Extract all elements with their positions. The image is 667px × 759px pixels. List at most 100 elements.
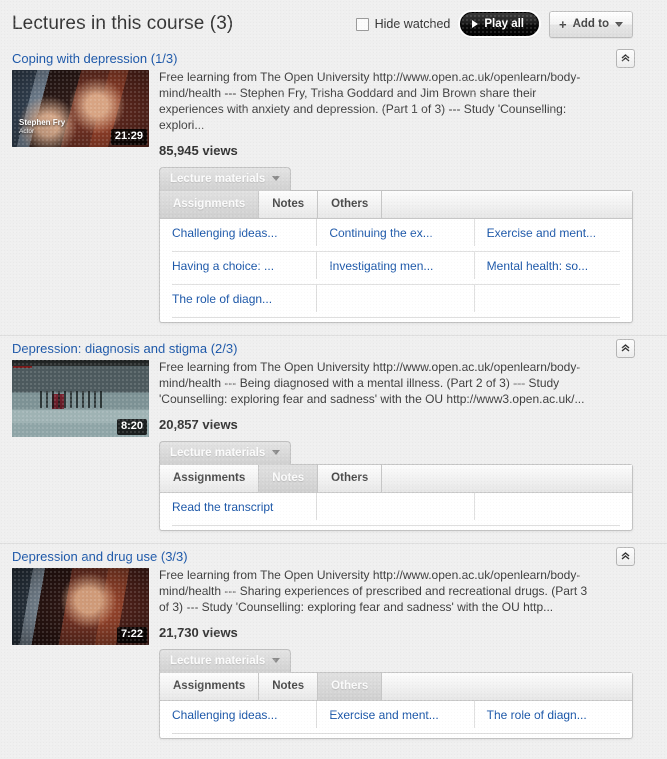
lecture-item: Coping with depression (1/3) Stephen Fry… — [0, 46, 667, 335]
add-to-button[interactable]: + Add to — [549, 10, 633, 38]
lecture-body: 7:22 Free learning from The Open Univers… — [12, 567, 633, 739]
material-link[interactable]: The role of diagn... — [487, 708, 587, 722]
tab-notes[interactable]: Notes — [259, 672, 319, 700]
cell-underline — [172, 732, 620, 734]
materials-panel: Assignments Notes Others Challenging ideas… — [159, 671, 633, 739]
material-link[interactable]: Having a choice: ... — [172, 259, 274, 273]
lecture-list: Coping with depression (1/3) Stephen Fry… — [0, 46, 667, 751]
materials-cell — [317, 492, 475, 520]
video-thumbnail[interactable]: 7:22 — [12, 567, 149, 645]
tab-strip: Assignments Notes Others — [160, 672, 632, 701]
lecture-materials-widget: Lecture materials Assignments Notes Others… — [159, 166, 633, 323]
materials-cell: Challenging ideas... — [160, 700, 318, 728]
table-row: Having a choice: ... Investigating men...… — [160, 251, 632, 279]
tab-label: Notes — [272, 198, 305, 211]
hide-watched-label: Hide watched — [374, 17, 451, 31]
materials-cell: The role of diagn... — [475, 701, 632, 728]
play-all-button[interactable]: Play all — [460, 12, 539, 36]
duration-badge: 8:20 — [116, 419, 147, 435]
page-header: Lectures in this course (3) Hide watched… — [0, 0, 667, 46]
table-row: Read the transcript — [160, 492, 632, 520]
tab-label: Others — [331, 198, 369, 211]
materials-cell: Exercise and ment... — [475, 219, 632, 246]
material-link[interactable]: The role of diagn... — [172, 292, 272, 306]
lecture-item: Depression: diagnosis and stigma (2/3) 8… — [0, 334, 667, 543]
materials-table: Challenging ideas... Exercise and ment...… — [160, 700, 632, 734]
materials-cell: Mental health: so... — [475, 252, 632, 279]
tab-label: Assignments — [173, 680, 246, 693]
lecture-main: Free learning from The Open University h… — [159, 70, 633, 323]
lecture-materials-label: Lecture materials — [170, 172, 266, 185]
tab-others[interactable]: Others — [318, 464, 383, 492]
play-icon — [472, 20, 479, 28]
hide-watched-toggle[interactable]: Hide watched — [355, 17, 451, 31]
hide-watched-checkbox[interactable] — [355, 17, 369, 31]
materials-table: Read the transcript — [160, 492, 632, 526]
materials-row-wrap: Having a choice: ... Investigating men...… — [160, 251, 632, 285]
lecture-materials-toggle[interactable]: Lecture materials — [159, 440, 292, 465]
materials-cell — [475, 493, 632, 520]
tab-label: Assignments — [173, 198, 246, 211]
tab-others[interactable]: Others — [318, 190, 383, 218]
tab-strip: Assignments Notes Others — [160, 464, 632, 493]
duration-badge: 7:22 — [116, 626, 147, 643]
plus-icon: + — [559, 16, 567, 32]
materials-cell — [475, 285, 632, 312]
header-controls: Hide watched Play all + Add to — [355, 10, 633, 38]
table-row: The role of diagn... — [160, 284, 632, 312]
tab-assignments[interactable]: Assignments — [160, 190, 260, 218]
materials-panel: Assignments Notes Others Read the transcri… — [159, 463, 633, 531]
materials-cell: The role of diagn... — [160, 284, 318, 312]
material-link[interactable]: Mental health: so... — [487, 259, 588, 273]
collapse-icon[interactable] — [616, 338, 635, 358]
lecture-materials-toggle[interactable]: Lecture materials — [159, 166, 292, 191]
table-row: Challenging ideas... Exercise and ment...… — [160, 700, 632, 728]
lecture-description: Free learning from The Open University h… — [159, 359, 585, 406]
lecture-materials-toggle[interactable]: Lecture materials — [159, 648, 292, 673]
materials-cell: Continuing the ex... — [317, 218, 475, 246]
materials-cell: Challenging ideas... — [160, 218, 318, 246]
lecture-description: Free learning from The Open University h… — [159, 70, 581, 132]
material-link[interactable]: Exercise and ment... — [329, 708, 438, 722]
tab-others[interactable]: Others — [318, 672, 383, 700]
tab-label: Assignments — [173, 472, 246, 485]
view-count: 21,730 views — [159, 624, 238, 640]
lecture-title-link[interactable]: Depression and drug use (3/3) — [12, 549, 188, 564]
material-link[interactable]: Read the transcript — [172, 500, 273, 514]
tab-filler — [382, 672, 632, 700]
page-title: Lectures in this course (3) — [12, 13, 234, 34]
tab-assignments[interactable]: Assignments — [160, 672, 260, 700]
lecture-item: Depression and drug use (3/3) 7:22 Free … — [0, 542, 667, 751]
thumbnail-caption-role: Actor — [19, 127, 35, 135]
view-count: 20,857 views — [159, 416, 238, 432]
video-thumbnail[interactable]: Stephen Fry Actor 21:29 — [12, 70, 149, 147]
lecture-materials-widget: Lecture materials Assignments Notes Others… — [159, 440, 633, 531]
materials-panel: Assignments Notes Others Challenging ideas… — [159, 189, 633, 323]
video-thumbnail[interactable]: 8:20 — [12, 359, 149, 437]
material-link[interactable]: Challenging ideas... — [172, 226, 277, 240]
lecture-title-link[interactable]: Depression: diagnosis and stigma (2/3) — [12, 341, 237, 356]
tab-notes[interactable]: Notes — [259, 190, 319, 218]
thumbnail-caption-name: Stephen Fry — [19, 118, 66, 128]
chevron-down-icon — [615, 21, 623, 27]
materials-cell: Investigating men... — [317, 251, 475, 279]
duration-badge: 21:29 — [110, 129, 147, 145]
materials-cell: Having a choice: ... — [160, 251, 318, 279]
material-link[interactable]: Challenging ideas... — [172, 708, 277, 722]
add-to-label: Add to — [572, 18, 609, 30]
collapse-icon[interactable] — [616, 49, 635, 68]
tab-label: Notes — [272, 472, 305, 485]
lecture-title-link[interactable]: Coping with depression (1/3) — [12, 51, 177, 66]
tab-notes[interactable]: Notes — [259, 464, 319, 492]
chevron-down-icon — [272, 450, 281, 456]
materials-row-wrap: Read the transcript — [160, 492, 632, 526]
materials-cell: Exercise and ment... — [317, 700, 475, 728]
collapse-icon[interactable] — [616, 546, 635, 566]
cell-underline — [172, 316, 620, 318]
material-link[interactable]: Exercise and ment... — [487, 226, 596, 240]
materials-row-wrap: Challenging ideas... Exercise and ment...… — [160, 700, 632, 734]
material-link[interactable]: Continuing the ex... — [329, 226, 432, 240]
tab-assignments[interactable]: Assignments — [160, 464, 260, 492]
material-link[interactable]: Investigating men... — [329, 259, 433, 273]
tab-strip: Assignments Notes Others — [160, 190, 632, 219]
